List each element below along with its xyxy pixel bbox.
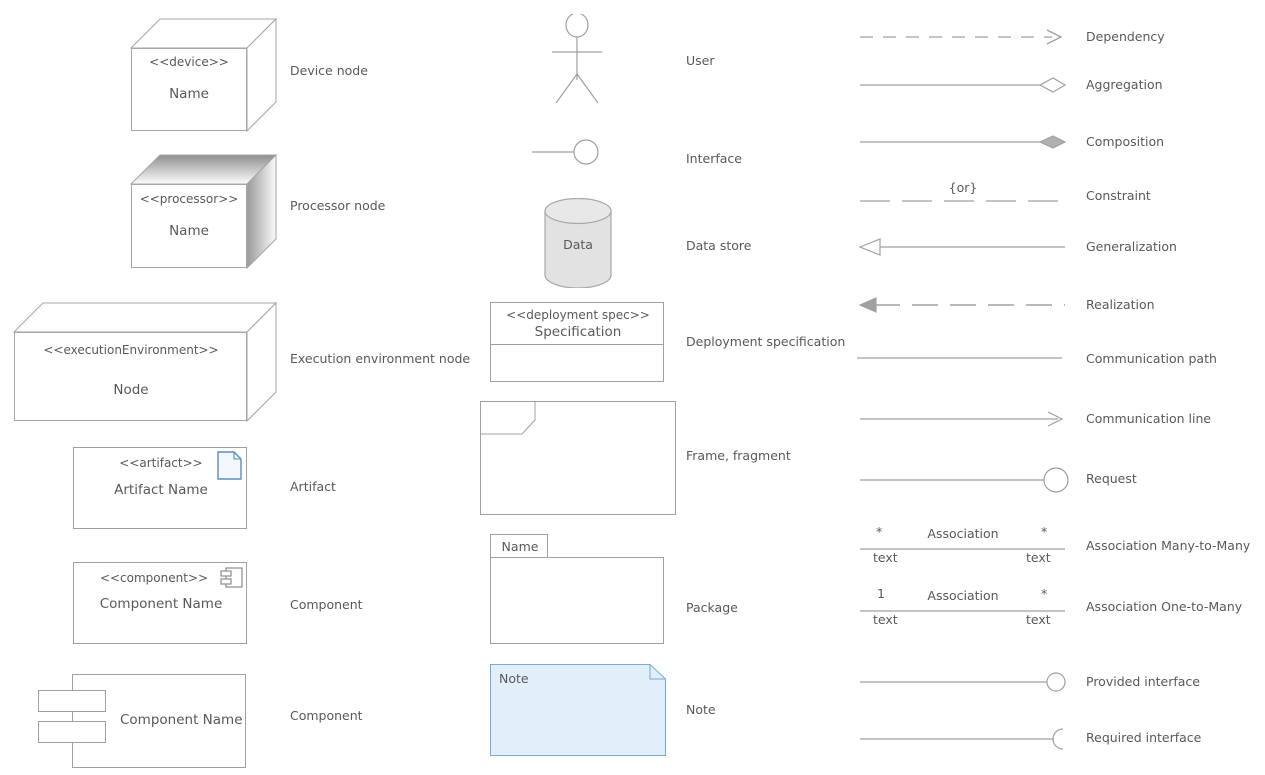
package-shape[interactable]: Name [490, 534, 664, 644]
required-interface-label: Required interface [1086, 730, 1202, 745]
component-port-lower[interactable] [38, 721, 106, 743]
deployment-spec-header: <<deployment spec>> Specification [490, 302, 664, 345]
package-tab: Name [490, 534, 548, 558]
component-label: Component [290, 597, 363, 612]
frame-fragment-shape[interactable] [480, 401, 676, 515]
association-mm-source-multiplicity: * [876, 524, 883, 539]
association-mm-source-role: text [873, 550, 898, 565]
execution-environment-node-shape[interactable]: <<executionEnvironment>> Node [12, 301, 278, 423]
association-one-to-many-label: Association One-to-Many [1086, 599, 1243, 614]
composition-connector[interactable] [860, 131, 1067, 153]
generalization-label: Generalization [1086, 239, 1177, 254]
frame-fragment-label: Frame, fragment [686, 448, 791, 463]
provided-interface-connector[interactable] [860, 670, 1070, 694]
device-node-label: Device node [290, 63, 368, 78]
document-icon [217, 451, 242, 480]
provided-interface-label: Provided interface [1086, 674, 1200, 689]
association-om-name: Association [927, 588, 999, 603]
data-store-label: Data store [686, 238, 752, 253]
deployment-specification-shape[interactable]: <<deployment spec>> Specification [490, 302, 664, 382]
deployment-spec-name: Specification [534, 324, 622, 340]
association-many-to-many-connector[interactable]: * Association * text text [860, 524, 1065, 568]
note-shape[interactable]: Note [490, 664, 666, 756]
uml-deployment-legend: <<device>> Name Device node <<processor>… [0, 0, 1265, 775]
execenv-node-stereotype: <<executionEnvironment>> [43, 343, 219, 357]
communication-line-connector[interactable] [860, 408, 1065, 430]
data-store-name: Data [563, 237, 593, 252]
component-port-upper[interactable] [38, 690, 106, 712]
association-many-to-many-label: Association Many-to-Many [1086, 538, 1251, 553]
request-label: Request [1086, 471, 1137, 486]
association-om-target-multiplicity: * [1041, 586, 1048, 601]
aggregation-label: Aggregation [1086, 77, 1163, 92]
constraint-label: Constraint [1086, 188, 1151, 203]
device-node-shape[interactable]: <<device>> Name [129, 17, 278, 133]
component-name: Component Name [99, 596, 223, 612]
deployment-spec-body [490, 344, 664, 382]
processor-node-name: Name [169, 223, 209, 239]
association-om-source-role: text [873, 612, 898, 627]
communication-path-connector[interactable] [857, 352, 1062, 364]
component-ports-shape[interactable]: Component Name [38, 674, 250, 768]
communication-line-label: Communication line [1086, 411, 1212, 426]
device-node-stereotype: <<device>> [149, 55, 229, 69]
generalization-connector[interactable] [858, 236, 1065, 258]
processor-node-shape[interactable]: <<processor>> Name [129, 153, 278, 270]
component-ports-label: Component [290, 708, 363, 723]
realization-label: Realization [1086, 297, 1155, 312]
interface-label: Interface [686, 151, 742, 166]
request-connector[interactable] [860, 466, 1070, 494]
note-label: Note [686, 702, 716, 717]
user-label: User [686, 53, 715, 68]
composition-label: Composition [1086, 134, 1165, 149]
association-mm-name: Association [927, 526, 999, 541]
association-om-target-role: text [1026, 612, 1051, 627]
package-name: Name [501, 539, 539, 554]
package-label: Package [686, 600, 738, 615]
constraint-connector[interactable]: {or} [860, 180, 1065, 208]
aggregation-connector[interactable] [860, 74, 1067, 96]
package-body [490, 557, 664, 644]
component-ports-name: Component Name [120, 712, 243, 728]
processor-node-stereotype: <<processor>> [139, 192, 239, 206]
execution-environment-node-label: Execution environment node [290, 351, 471, 366]
association-mm-target-multiplicity: * [1041, 524, 1048, 539]
artifact-label: Artifact [290, 479, 336, 494]
artifact-name: Artifact Name [114, 482, 208, 498]
constraint-dashed-line [860, 200, 1065, 202]
realization-connector[interactable] [858, 294, 1065, 316]
association-one-to-many-connector[interactable]: 1 Association * text text [860, 586, 1065, 630]
data-store-shape[interactable]: Data [544, 197, 612, 289]
communication-path-label: Communication path [1086, 351, 1217, 366]
actor-icon[interactable] [543, 14, 611, 104]
component-shape[interactable]: <<component>> Component Name [73, 562, 247, 644]
lollipop-icon[interactable] [530, 137, 618, 179]
component-icon [220, 567, 243, 588]
association-mm-target-role: text [1026, 550, 1051, 565]
artifact-stereotype: <<artifact>> [119, 456, 203, 470]
dependency-connector[interactable] [860, 26, 1065, 48]
processor-node-label: Processor node [290, 198, 386, 213]
required-interface-connector[interactable] [860, 726, 1070, 752]
constraint-annotation: {or} [948, 180, 978, 195]
component-stereotype: <<component>> [99, 571, 209, 585]
execenv-node-name: Node [113, 382, 149, 398]
note-text: Note [499, 671, 529, 686]
dependency-label: Dependency [1086, 29, 1165, 44]
device-node-name: Name [169, 86, 209, 102]
deployment-specification-label: Deployment specification [686, 334, 846, 349]
artifact-shape[interactable]: <<artifact>> Artifact Name [73, 447, 247, 529]
association-om-source-multiplicity: 1 [877, 586, 885, 601]
deployment-spec-stereotype: <<deployment spec>> [506, 308, 650, 322]
